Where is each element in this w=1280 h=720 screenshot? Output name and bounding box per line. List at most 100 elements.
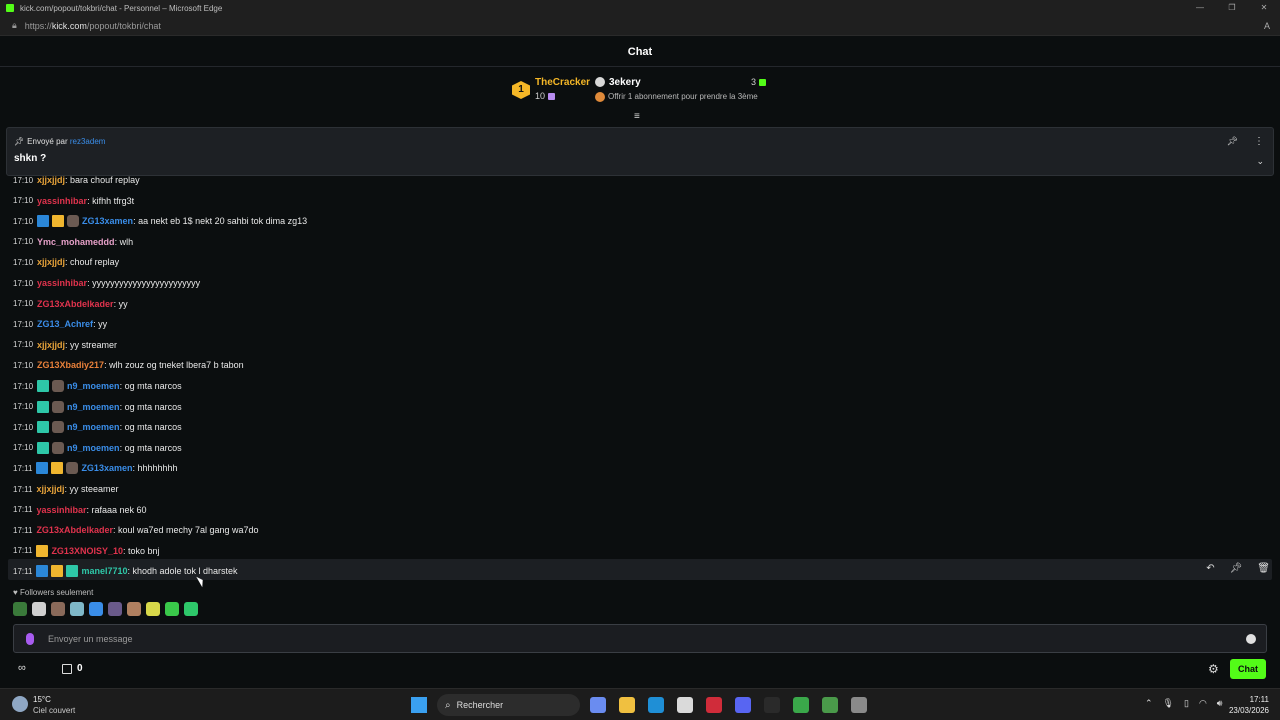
gear-icon[interactable]: ⚙ <box>1208 662 1219 676</box>
message-username[interactable]: xjjxjjdj <box>37 175 65 185</box>
file-explorer-icon[interactable] <box>619 697 635 713</box>
message-time: 17:10 <box>13 402 34 412</box>
chat-message-row[interactable]: 17:11 ZG13xamen: hhhhhhhh <box>13 458 178 478</box>
message-text: : yyyyyyyyyyyyyyyyyyyyyyyy <box>87 278 201 288</box>
phone-link-icon[interactable]: ▯ <box>1184 698 1189 709</box>
read-aloud-icon[interactable]: A <box>1264 21 1270 31</box>
message-username[interactable]: yassinhibar <box>36 505 86 515</box>
chat-message-row[interactable]: 17:10 Ymc_mohameddd: wlh <box>13 232 133 252</box>
chat-message-row[interactable]: 17:10 ZG13Xbadiy217: wlh zouz og tneket l… <box>13 355 244 375</box>
chat-message-row[interactable]: 17:11 yassinhibar: rafaaa nek 60 <box>13 500 147 520</box>
message-username[interactable]: n9_moemen <box>67 443 120 453</box>
taskbar-search[interactable]: ⌕ Rechercher <box>437 694 580 716</box>
message-username[interactable]: ZG13_Achref <box>37 319 93 329</box>
more-options-icon[interactable]: ⋮ <box>1254 136 1264 147</box>
unpin-icon[interactable]: 📌︎ <box>1227 136 1238 147</box>
message-username[interactable]: ZG13xAbdelkader <box>36 525 113 535</box>
chat-message-row[interactable]: 17:11 ZG13xAbdelkader: koul wa7ed mechy 7… <box>13 520 259 540</box>
chat-message-row[interactable]: 17:11 manel7710: khodh adole tok l dharst… <box>13 561 238 581</box>
discord-icon[interactable] <box>735 697 751 713</box>
emote-icon[interactable] <box>51 602 65 616</box>
store-icon[interactable] <box>677 697 693 713</box>
message-username[interactable]: manel7710 <box>81 566 127 576</box>
app-icon[interactable] <box>851 697 867 713</box>
chat-message-row[interactable]: 17:10 n9_moemen: og mta narcos <box>13 397 182 417</box>
delete-icon[interactable]: 🗑︎ <box>1257 563 1270 574</box>
close-icon[interactable]: ✕ <box>1248 0 1280 16</box>
chat-message-row[interactable]: 17:10 ZG13xamen: aa nekt eb 1$ nekt 20 sa… <box>13 211 307 231</box>
message-username[interactable]: ZG13xamen <box>81 463 132 473</box>
capcut-icon[interactable] <box>764 697 780 713</box>
message-username[interactable]: ZG13Xbadiy217 <box>37 360 104 370</box>
restore-icon[interactable]: ❐ <box>1216 0 1248 16</box>
leader-second-name[interactable]: 3ekery <box>609 77 641 88</box>
leader-first-name[interactable]: TheCracker <box>535 77 590 88</box>
emote-icon[interactable] <box>70 602 84 616</box>
message-username[interactable]: yassinhibar <box>37 196 87 206</box>
chat-message-row[interactable]: 17:11 ZG13XNOISY_10: toko bnj <box>13 541 160 561</box>
clock-time[interactable]: 17:11 <box>1233 695 1269 704</box>
acrobat-icon[interactable] <box>706 697 722 713</box>
message-username[interactable]: ZG13XNOISY_10 <box>51 546 123 556</box>
gift-icon[interactable] <box>62 664 72 674</box>
message-username[interactable]: n9_moemen <box>67 422 120 432</box>
expand-leaderboard-icon[interactable]: ≡ <box>634 111 640 122</box>
chevron-up-icon[interactable]: ⌃ <box>1145 698 1153 709</box>
offer-sub-text[interactable]: Offrir 1 abonnement pour prendre la 3ème <box>608 92 758 101</box>
message-username[interactable]: Ymc_mohameddd <box>37 237 115 247</box>
message-text: : og mta narcos <box>119 422 182 433</box>
minimize-icon[interactable]: — <box>1184 0 1216 16</box>
message-username[interactable]: ZG13xAbdelkader <box>37 299 114 309</box>
message-username[interactable]: xjjxjjdj <box>37 340 65 350</box>
chat-message-row[interactable]: 17:10 n9_moemen: og mta narcos <box>13 417 182 437</box>
chat-message-row[interactable]: 17:10 yassinhibar: yyyyyyyyyyyyyyyyyyyyyy… <box>13 273 200 293</box>
infinity-icon[interactable]: ∞ <box>18 662 26 674</box>
rank-badge: 1 <box>512 81 530 99</box>
chat-message-row[interactable]: 17:10 n9_moemen: og mta narcos <box>13 438 182 458</box>
chat-message-row[interactable]: 17:10 yassinhibar: kifhh tfrg3t <box>13 191 134 211</box>
address-bar[interactable]: 🔒︎ https://kick.com/popout/tokbri/chat A <box>0 16 1280 36</box>
sword-badge-icon <box>37 215 50 228</box>
windows-start-icon[interactable] <box>411 697 427 713</box>
emote-icon[interactable] <box>127 602 141 616</box>
weather-icon[interactable] <box>12 696 28 712</box>
clock-date[interactable]: 23/03/2026 <box>1224 706 1269 715</box>
emote-icon[interactable] <box>89 602 103 616</box>
wifi-icon[interactable]: ◠ <box>1199 698 1207 709</box>
message-username[interactable]: n9_moemen <box>67 381 120 391</box>
emote-icon[interactable] <box>184 602 198 616</box>
chat-message-row[interactable]: 17:10 ZG13xAbdelkader: yy <box>13 294 128 314</box>
chat-message-row[interactable]: 17:10 xjjxjjdj: chouf replay <box>13 252 119 272</box>
emote-icon[interactable] <box>32 602 46 616</box>
message-input[interactable] <box>48 633 1208 644</box>
emote-icon[interactable] <box>13 602 27 616</box>
chat-message-list[interactable]: 17:10 xjjxjjdj: bara chouf replay 17:10 yas… <box>0 172 1280 584</box>
reply-icon[interactable]: ↶ <box>1206 563 1214 574</box>
emote-icon[interactable] <box>108 602 122 616</box>
message-username[interactable]: n9_moemen <box>67 402 120 412</box>
microphone-icon[interactable] <box>26 632 34 645</box>
chat-message-row[interactable]: 17:10 n9_moemen: og mta narcos <box>13 376 182 396</box>
emote-icon[interactable] <box>165 602 179 616</box>
emoji-picker-icon[interactable] <box>1246 634 1256 644</box>
chat-message-row[interactable]: 17:11 xjjxjjdj: yy steeamer <box>13 479 118 499</box>
chat-message-row[interactable]: 17:10 ZG13_Achref: yy <box>13 314 107 334</box>
message-username[interactable]: xjjxjjdj <box>36 484 64 494</box>
chrome-icon[interactable] <box>793 697 809 713</box>
message-username[interactable]: ZG13xamen <box>82 216 133 226</box>
pin-message-icon[interactable]: 📌︎ <box>1230 563 1243 574</box>
chrome-profile-icon[interactable] <box>822 697 838 713</box>
copilot-icon[interactable] <box>590 697 606 713</box>
emote-icon[interactable] <box>146 602 160 616</box>
volume-icon[interactable]: 🔊︎ <box>1217 698 1223 709</box>
lock-icon[interactable]: 🔒︎ <box>12 20 17 31</box>
message-username[interactable]: yassinhibar <box>37 278 87 288</box>
microphone-tray-icon[interactable]: 🎙︎ <box>1163 698 1174 709</box>
chevron-down-icon[interactable]: ⌄ <box>1256 156 1264 167</box>
chat-message-row[interactable]: 17:10 xjjxjjdj: bara chouf replay <box>13 172 140 190</box>
chat-message-row[interactable]: 17:10 xjjxjjdj: yy streamer <box>13 335 117 355</box>
edge-icon[interactable] <box>648 697 664 713</box>
send-chat-button[interactable]: Chat <box>1230 659 1266 679</box>
pinned-sender[interactable]: rez3adem <box>70 137 106 146</box>
message-username[interactable]: xjjxjjdj <box>37 257 65 267</box>
